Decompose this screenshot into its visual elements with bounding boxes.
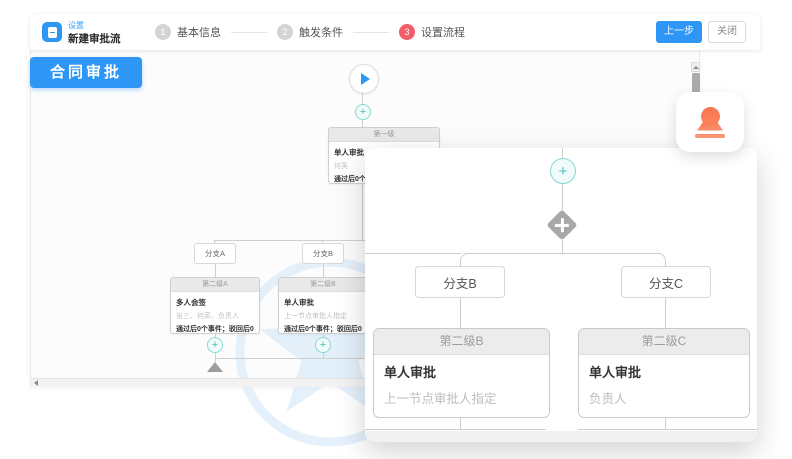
connector-line — [362, 184, 363, 240]
zoomed-flow-panel: + 分支B 分支C 第二级B 单人审批 上一节点审批人指定 通过后0个事件；驳回… — [365, 148, 757, 442]
merge-arrow-icon — [207, 362, 223, 372]
stamp-icon-body — [697, 122, 723, 131]
step-1-label: 基本信息 — [177, 24, 221, 40]
connector-line — [562, 240, 563, 253]
node-assignee: 上一节点审批人指定 — [384, 388, 539, 407]
node-card-header: 第二级B — [374, 329, 549, 355]
node-events: 通过后0个事件；驳回后0个事件 — [176, 324, 254, 334]
stamp-icon — [695, 107, 725, 138]
vertical-scroll-up-button[interactable] — [691, 62, 700, 72]
node-card-header: 第二级B — [279, 278, 367, 292]
connector-line — [562, 184, 563, 211]
stamp-icon-base — [695, 134, 725, 138]
branch-c-button[interactable]: 分支C — [621, 266, 711, 298]
node-type: 单人审批 — [384, 362, 539, 381]
panel-bottom-strip — [365, 431, 757, 442]
connector-line — [665, 298, 666, 328]
plus-icon: + — [320, 339, 326, 351]
node-card-level2b[interactable]: 第二级B 单人审批 上一节点审批人指定 通过后0个事件；驳回后0个事件 — [278, 277, 368, 334]
step-3-label: 设置流程 — [421, 24, 465, 40]
page-title: 新建审批流 — [68, 31, 121, 46]
plus-icon: + — [360, 106, 366, 118]
node-events: 通过后0个事件；驳回后0个事件 — [284, 324, 362, 334]
branch-split-arc — [460, 253, 666, 266]
node-card-level2b-zoomed[interactable]: 第二级B 单人审批 上一节点审批人指定 通过后0个事件；驳回后0个事件 — [373, 328, 550, 418]
app-section-label: 设置 — [68, 20, 84, 31]
connector-line — [362, 92, 363, 104]
plus-icon: + — [212, 339, 218, 351]
node-type: 单人审批 — [284, 297, 362, 308]
branch-a-button[interactable]: 分支A — [194, 243, 236, 264]
node-events: 通过后0个事件；驳回后0个事件 — [589, 415, 739, 418]
node-card-header: 第二级C — [579, 329, 749, 355]
branch-a-label: 分支A — [205, 249, 225, 258]
step-2-circle[interactable]: 2 — [277, 24, 293, 40]
wizard-header: 设置 新建审批流 1 基本信息 2 触发条件 3 设置流程 上一步 关闭 — [30, 14, 760, 50]
step-number: 1 — [160, 27, 165, 37]
merge-line — [578, 429, 757, 430]
connector-line — [562, 148, 563, 158]
node-assignee: 负责人 — [589, 388, 739, 407]
branch-b-label: 分支B — [313, 249, 333, 258]
connector-line — [215, 264, 216, 277]
node-card-header: 第二级A — [171, 278, 259, 292]
step-connector — [231, 32, 267, 33]
start-node[interactable] — [349, 64, 379, 94]
node-card-header: 第一级 — [329, 128, 439, 142]
vertical-scrollbar-thumb[interactable] — [692, 73, 700, 94]
connector-line — [665, 418, 666, 429]
branch-b-button[interactable]: 分支B — [302, 243, 344, 264]
branch-line-left — [365, 253, 461, 254]
node-events: 通过后0个事件；驳回后0个事件 — [384, 415, 539, 418]
plus-icon: + — [559, 163, 568, 180]
add-node-button[interactable]: + — [355, 104, 371, 120]
step-3-circle[interactable]: 3 — [399, 24, 415, 40]
connector-line — [460, 298, 461, 328]
connector-line — [323, 264, 324, 277]
wizard-steps: 1 基本信息 2 触发条件 3 设置流程 — [155, 14, 465, 50]
step-number: 3 — [404, 27, 409, 37]
node-card-level2a[interactable]: 第二级A 多人会签 张三、何英、负责人 通过后0个事件；驳回后0个事件 — [170, 277, 260, 334]
node-type: 单人审批 — [589, 362, 739, 381]
scroll-up-arrow-icon — [693, 66, 699, 69]
branch-c-label: 分支C — [649, 273, 683, 292]
flow-name-tag: 合同审批 — [30, 57, 142, 88]
node-assignee: 上一节点审批人指定 — [284, 311, 362, 321]
merge-line — [365, 429, 546, 430]
node-card-level2c-zoomed[interactable]: 第二级C 单人审批 负责人 通过后0个事件；驳回后0个事件 — [578, 328, 750, 418]
branch-b-label: 分支B — [443, 273, 476, 292]
add-node-button[interactable]: + — [550, 158, 576, 184]
previous-step-button[interactable]: 上一步 — [656, 21, 702, 43]
stamp-card — [676, 92, 744, 152]
condition-diamond-node[interactable] — [546, 209, 577, 240]
node-type: 多人会签 — [176, 297, 254, 308]
add-node-button[interactable]: + — [207, 337, 223, 353]
scroll-left-arrow-icon — [34, 380, 38, 386]
step-connector — [353, 32, 389, 33]
step-2-label: 触发条件 — [299, 24, 343, 40]
branch-b-button[interactable]: 分支B — [415, 266, 505, 298]
step-1-circle[interactable]: 1 — [155, 24, 171, 40]
step-number: 2 — [282, 27, 287, 37]
play-icon — [361, 73, 370, 85]
connector-line — [460, 418, 461, 429]
close-button[interactable]: 关闭 — [708, 21, 746, 43]
node-assignee: 张三、何英、负责人 — [176, 311, 254, 321]
add-node-button[interactable]: + — [315, 337, 331, 353]
app-icon — [42, 22, 62, 42]
document-icon — [48, 27, 57, 38]
